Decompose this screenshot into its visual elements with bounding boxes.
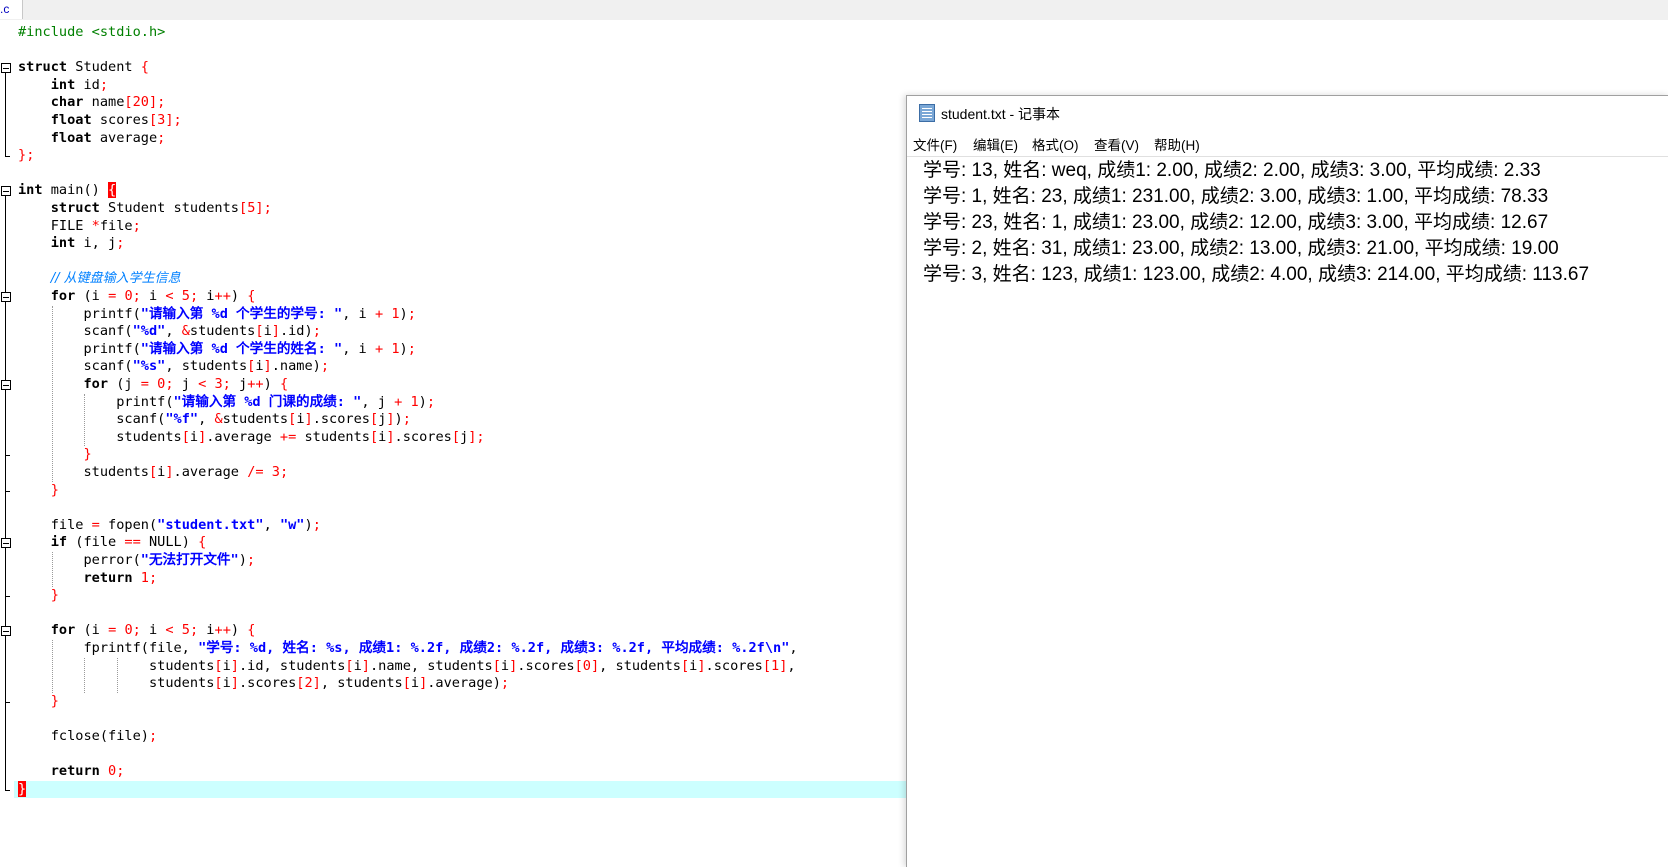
notepad-window[interactable]: student.txt - 记事本 文件(F) 编辑(E) 格式(O) 查看(V… [906,95,1668,867]
code-line[interactable]: int i, j; [18,235,125,253]
fold-line [5,73,6,157]
editor-tab-bar: .c [0,0,1668,21]
fold-line [5,548,6,597]
code-line[interactable]: for (i = 0; i < 5; i++) { [18,288,256,306]
code-line[interactable]: students[i].average += students[i].score… [18,429,484,447]
fold-toggle-icon[interactable] [1,63,11,74]
fold-end-marker [5,455,10,457]
menu-format[interactable]: 格式(O) [1032,134,1079,154]
notepad-text-area[interactable]: 学号: 13, 姓名: weq, 成绩1: 2.00, 成绩2: 2.00, 成… [907,157,1668,867]
indent-guide [84,657,85,693]
code-line[interactable]: struct Student students[5]; [18,200,272,218]
fold-line [5,390,6,456]
notepad-menu-bar: 文件(F) 编辑(E) 格式(O) 查看(V) 帮助(H) [907,130,1668,157]
indent-guide [52,640,53,693]
code-line[interactable]: printf("请输入第 %d 个学生的学号: ", i + 1); [18,306,415,324]
code-line[interactable]: return 0; [18,763,125,781]
fold-end-marker [5,789,10,791]
code-line[interactable]: char name[20]; [18,94,166,112]
indent-guide [117,657,118,693]
notepad-line: 学号: 23, 姓名: 1, 成绩1: 23.00, 成绩2: 12.00, 成… [923,212,1549,233]
code-line[interactable]: students[i].id, students[i].name, studen… [18,658,796,676]
indent-guide [84,393,85,447]
code-line[interactable]: // 从键盘输入学生信息 [18,270,181,288]
code-line[interactable]: int main() { [18,182,117,200]
code-line[interactable]: int id; [18,77,108,95]
fold-toggle-icon[interactable] [1,380,11,390]
notepad-line: 学号: 1, 姓名: 23, 成绩1: 231.00, 成绩2: 3.00, 成… [923,186,1549,207]
code-line[interactable]: fclose(file); [18,728,157,746]
notepad-title: student.txt - 记事本 [941,106,1061,122]
fold-toggle-icon[interactable] [1,292,11,302]
code-line[interactable]: scanf("%s", students[i].name); [18,358,329,376]
code-line[interactable]: students[i].average /= 3; [18,464,288,482]
editor-tab[interactable]: .c [0,0,23,19]
indent-guide [52,305,53,482]
code-line[interactable]: for (j = 0; j < 3; j++) { [18,376,288,394]
fold-end-marker [5,596,10,598]
menu-file[interactable]: 文件(F) [913,134,957,154]
code-line[interactable]: #include <stdio.h> [18,24,165,42]
code-line[interactable]: } [18,482,59,500]
code-line[interactable]: float scores[3]; [18,112,182,130]
notepad-title-bar[interactable]: student.txt - 记事本 [907,96,1668,128]
menu-view[interactable]: 查看(V) [1094,134,1139,154]
fold-toggle-icon[interactable] [1,186,11,197]
code-line[interactable]: scanf("%d", &students[i].id); [18,323,320,341]
code-line[interactable]: perror("无法打开文件"); [18,552,255,570]
menu-edit[interactable]: 编辑(E) [973,134,1018,154]
notepad-line: 学号: 3, 姓名: 123, 成绩1: 123.00, 成绩2: 4.00, … [923,264,1590,285]
notepad-icon [919,104,935,122]
code-line[interactable]: if (file == NULL) { [18,534,207,552]
code-line[interactable]: } [18,693,59,711]
fold-end-marker [5,701,10,703]
editor-tab-label: .c [0,2,10,16]
code-line[interactable]: struct Student { [18,59,149,77]
code-line[interactable]: scanf("%f", &students[i].scores[j]); [18,411,411,429]
code-line[interactable]: students[i].scores[2], students[i].avera… [18,675,509,693]
code-line[interactable]: for (i = 0; i < 5; i++) { [18,622,256,640]
menu-help[interactable]: 帮助(H) [1154,134,1200,154]
fold-toggle-icon[interactable] [1,626,11,637]
fold-line [5,636,6,702]
code-line[interactable]: float average; [18,130,166,148]
code-line[interactable]: file = fopen("student.txt", "w"); [18,517,321,535]
fold-end-marker [5,490,10,492]
code-line[interactable]: } [18,780,27,799]
code-line[interactable]: printf("请输入第 %d 门课的成绩: ", j + 1); [18,394,435,412]
notepad-line: 学号: 2, 姓名: 31, 成绩1: 23.00, 成绩2: 13.00, 成… [923,238,1559,259]
code-line[interactable]: return 1; [18,570,157,588]
indent-guide [52,552,53,588]
fold-gutter [0,20,14,866]
code-line[interactable]: FILE *file; [18,218,141,236]
fold-end-marker [5,156,10,158]
code-line[interactable]: printf("请输入第 %d 个学生的姓名: ", i + 1); [18,341,415,359]
fold-toggle-icon[interactable] [1,538,11,549]
code-line[interactable]: } [18,446,91,464]
code-line[interactable]: fprintf(file, "学号: %d, 姓名: %s, 成绩1: %.2f… [18,640,797,658]
notepad-line: 学号: 13, 姓名: weq, 成绩1: 2.00, 成绩2: 2.00, 成… [923,160,1541,181]
code-line[interactable]: }; [18,147,34,165]
code-line[interactable]: } [18,587,59,605]
